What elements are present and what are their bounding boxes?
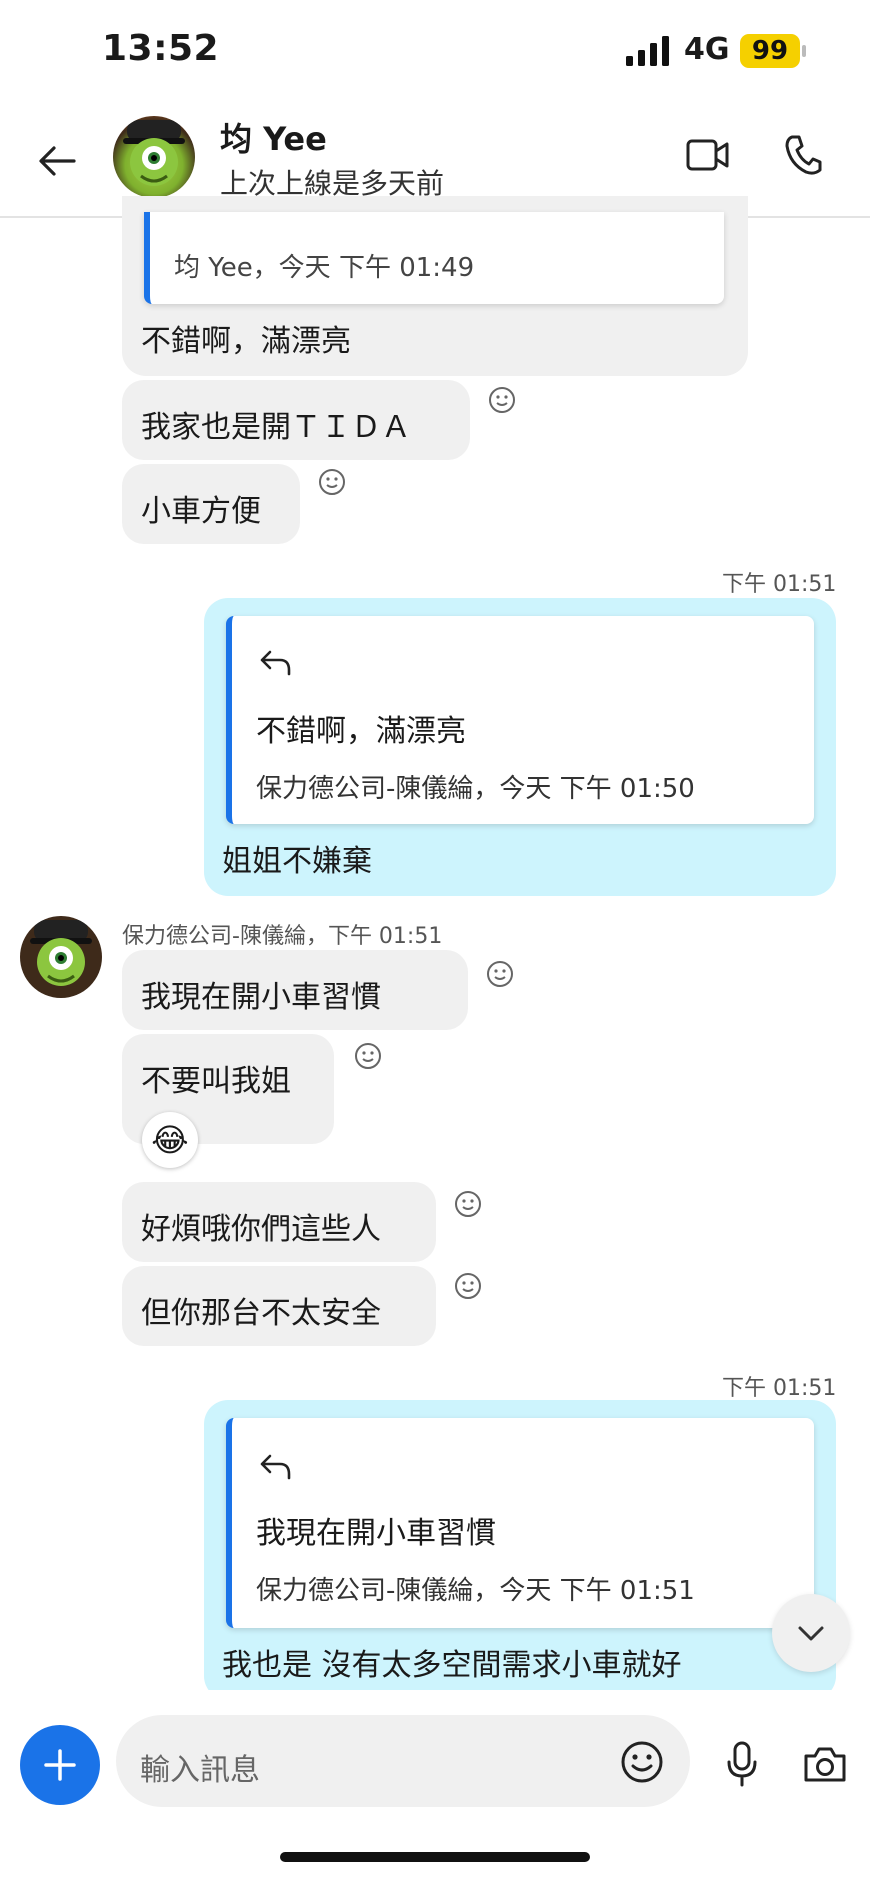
message-text: 但你那台不太安全 [141, 1296, 381, 1331]
message-text: 我家也是開ＴＩＤＡ [141, 410, 411, 445]
contact-name[interactable]: 均 Yee [220, 114, 327, 160]
quote-author: 保力德公司-陳儀綸，今天 下午 01:51 [256, 1576, 695, 1606]
sender-avatar[interactable] [20, 916, 102, 998]
scroll-to-bottom-button[interactable] [772, 1594, 850, 1672]
video-call-icon[interactable] [686, 138, 730, 172]
reaction-badge[interactable]: 😂 [142, 1112, 198, 1168]
quoted-text: 不錯啊，滿漂亮 [256, 714, 466, 749]
add-reaction-icon[interactable] [454, 1190, 482, 1218]
battery-indicator: 99 [740, 34, 800, 68]
back-arrow-icon[interactable] [34, 138, 80, 184]
add-reaction-icon[interactable] [318, 468, 346, 496]
add-reaction-icon[interactable] [488, 386, 516, 414]
add-reaction-icon[interactable] [454, 1272, 482, 1300]
signal-icon [626, 36, 669, 66]
phone-call-icon[interactable] [784, 134, 822, 176]
laughing-emoji-icon: 😂 [151, 1121, 189, 1159]
reply-arrow-icon [260, 1454, 291, 1480]
camera-icon[interactable] [802, 1744, 848, 1784]
message-input-placeholder: 輸入訊息 [140, 1753, 260, 1788]
contact-avatar[interactable] [113, 116, 195, 198]
reply-arrow-icon [260, 650, 291, 676]
microphone-icon[interactable] [724, 1740, 760, 1788]
message-text: 我也是 沒有太多空間需求小車就好 [222, 1648, 682, 1683]
status-time: 13:52 [102, 28, 220, 69]
chevron-down-icon [798, 1626, 824, 1641]
add-attachment-button[interactable] [20, 1725, 100, 1805]
quote-author: 均 Yee，今天 下午 01:49 [174, 253, 475, 283]
battery-tip [802, 45, 806, 57]
message-text: 不要叫我姐 [141, 1064, 291, 1099]
emoji-icon[interactable] [620, 1740, 664, 1784]
message-text: 不錯啊，滿漂亮 [141, 324, 351, 359]
quoted-text: 我現在開小車習慣 [256, 1516, 496, 1551]
plus-icon [44, 1749, 76, 1781]
message-text: 小車方便 [141, 494, 261, 529]
home-indicator [280, 1852, 590, 1862]
network-label: 4G [684, 32, 730, 67]
message-text: 姐姐不嫌棄 [222, 844, 372, 879]
message-text: 好煩哦你們這些人 [141, 1212, 381, 1247]
add-reaction-icon[interactable] [354, 1042, 382, 1070]
message-timestamp: 下午 01:51 [722, 572, 837, 597]
add-reaction-icon[interactable] [486, 960, 514, 988]
quote-author: 保力德公司-陳儀綸，今天 下午 01:50 [256, 774, 695, 804]
message-timestamp: 下午 01:51 [722, 1376, 837, 1401]
sender-name: 保力德公司-陳儀綸，下午 01:51 [122, 924, 443, 949]
message-text: 我現在開小車習慣 [141, 980, 381, 1015]
